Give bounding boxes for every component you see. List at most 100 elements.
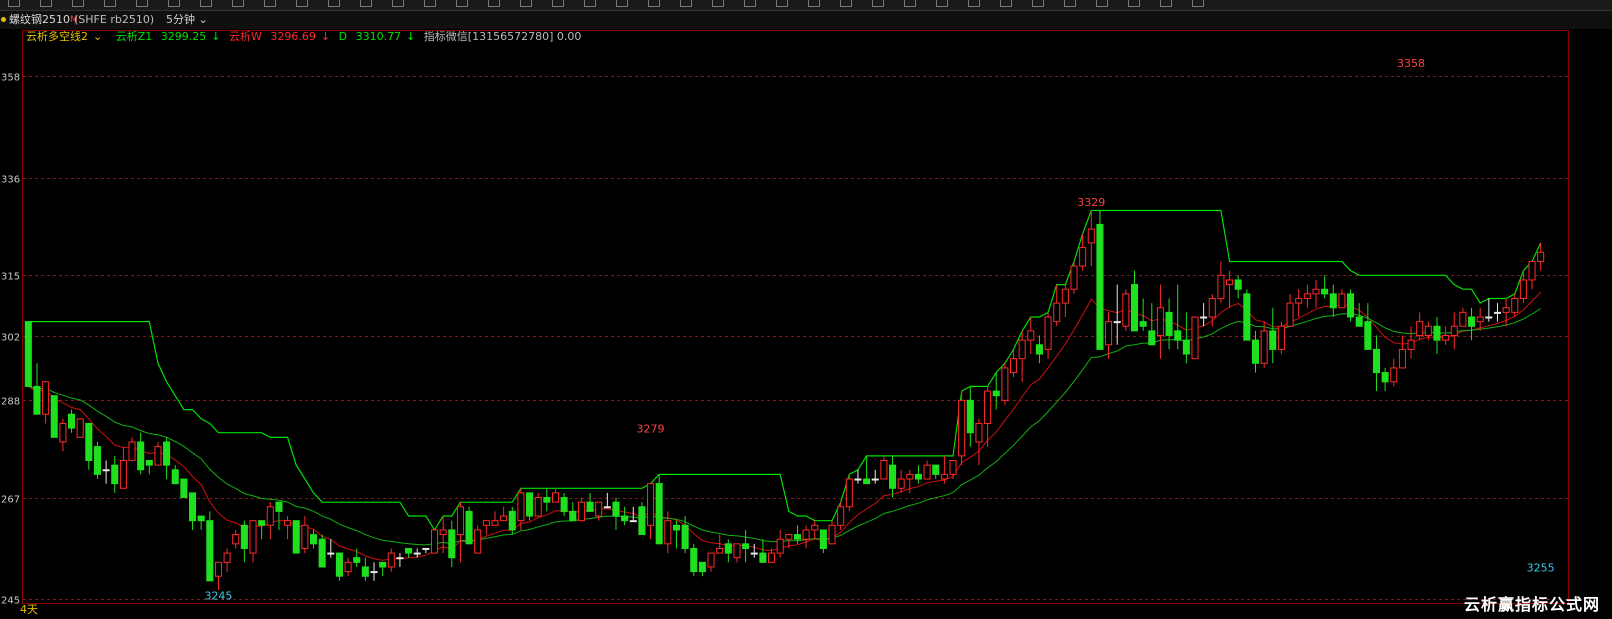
candle-body <box>1044 316 1052 350</box>
candle-body <box>508 510 516 531</box>
candle-body <box>889 464 897 489</box>
y-tick-label: 358 <box>1 73 20 84</box>
candle-body <box>819 529 827 549</box>
candle-body <box>318 538 326 568</box>
candle-body <box>871 478 879 481</box>
candle-body <box>275 501 283 512</box>
candle-body <box>1139 321 1147 327</box>
candle-body <box>1433 325 1441 341</box>
candle-body <box>197 515 205 522</box>
candle-body <box>1277 325 1285 350</box>
y-tick-label: 267 <box>1 495 20 506</box>
ma-z1-line <box>28 209 1542 532</box>
candle-body <box>1295 297 1303 304</box>
candle-body <box>1096 223 1104 350</box>
range-label: 4天 <box>20 603 38 616</box>
candle-body <box>863 478 871 485</box>
candle-body <box>491 520 499 526</box>
candle-body <box>1053 302 1061 323</box>
candle-body <box>301 524 309 549</box>
candle-body <box>1027 330 1035 341</box>
candle-body <box>24 321 32 387</box>
candle-body <box>59 422 67 443</box>
candle-body <box>854 478 862 481</box>
candle-body <box>1355 316 1363 327</box>
candle-body <box>845 478 853 508</box>
candle-body <box>1260 330 1268 364</box>
candle-body <box>474 529 482 554</box>
price-annotation: 3358 <box>1397 57 1425 70</box>
candle-body <box>733 543 741 559</box>
candle-body <box>1226 279 1234 286</box>
candle-body <box>266 506 274 526</box>
candle-body <box>137 441 145 471</box>
candle-body <box>76 418 84 438</box>
candle-body <box>802 529 810 540</box>
candle-body <box>638 506 646 536</box>
candle-body <box>526 492 534 517</box>
candle-body <box>534 497 542 517</box>
candle-body <box>655 483 663 545</box>
candle-body <box>249 520 257 554</box>
candle-body <box>1191 316 1199 360</box>
candle-body <box>906 473 914 480</box>
candle-body <box>1079 247 1087 267</box>
candle-body <box>396 557 404 560</box>
candle-body <box>975 422 983 443</box>
candle-body <box>698 561 706 573</box>
candle-body <box>1398 348 1406 369</box>
candle-body <box>1243 293 1251 341</box>
candle-body <box>128 441 136 461</box>
candle-body <box>1113 321 1121 324</box>
candle-body <box>465 510 473 545</box>
candle-body <box>1182 339 1190 355</box>
candle-body <box>500 515 508 522</box>
candle-body <box>68 413 76 429</box>
candle-body <box>724 543 732 554</box>
candle-body <box>629 520 637 523</box>
candle-body <box>1381 372 1389 383</box>
y-tick-label: 288 <box>1 397 20 408</box>
candle-body <box>1200 316 1208 319</box>
candle-body <box>1251 339 1260 364</box>
candle-body <box>1001 367 1009 401</box>
candle-body <box>1035 344 1043 355</box>
candle-body <box>1511 297 1519 313</box>
candle-body <box>413 552 421 555</box>
candle-body <box>932 464 940 475</box>
candle-body <box>145 460 153 466</box>
price-chart[interactable]: 358 336 315 302 288 267 245 3245 3279 3329 3358 325… <box>0 0 1612 619</box>
candle-body <box>672 524 680 531</box>
candle-body <box>958 399 966 457</box>
candle-body <box>1424 325 1432 337</box>
candle-body <box>327 552 335 555</box>
candle-body <box>223 552 231 563</box>
candle-body <box>897 478 905 489</box>
candle-body <box>1130 284 1139 332</box>
candle-body <box>828 524 836 545</box>
candle-body <box>448 529 456 559</box>
candle-body <box>1269 330 1277 350</box>
ma-w-line <box>28 291 1542 561</box>
candle-body <box>309 534 318 545</box>
candle-body <box>1105 321 1113 346</box>
y-tick-label: 315 <box>1 272 20 283</box>
candle-body <box>560 497 568 512</box>
candle-body <box>1390 367 1398 383</box>
candle-body <box>284 520 292 526</box>
candle-body <box>456 506 464 536</box>
candle-body <box>163 441 171 466</box>
candle-body <box>1347 293 1355 318</box>
candle-body <box>1485 316 1493 319</box>
watermark: 云析赢指标公式网 <box>1463 595 1600 614</box>
candle-body <box>1442 335 1450 341</box>
candle-body <box>102 469 110 472</box>
candle-body <box>793 534 801 540</box>
candle-body <box>430 529 439 554</box>
candle-body <box>422 547 430 550</box>
candle-body <box>880 460 888 480</box>
candle-body <box>1087 228 1095 244</box>
candle-body <box>344 561 352 573</box>
y-tick-label: 336 <box>1 175 20 186</box>
price-annotation: 3245 <box>204 589 232 602</box>
